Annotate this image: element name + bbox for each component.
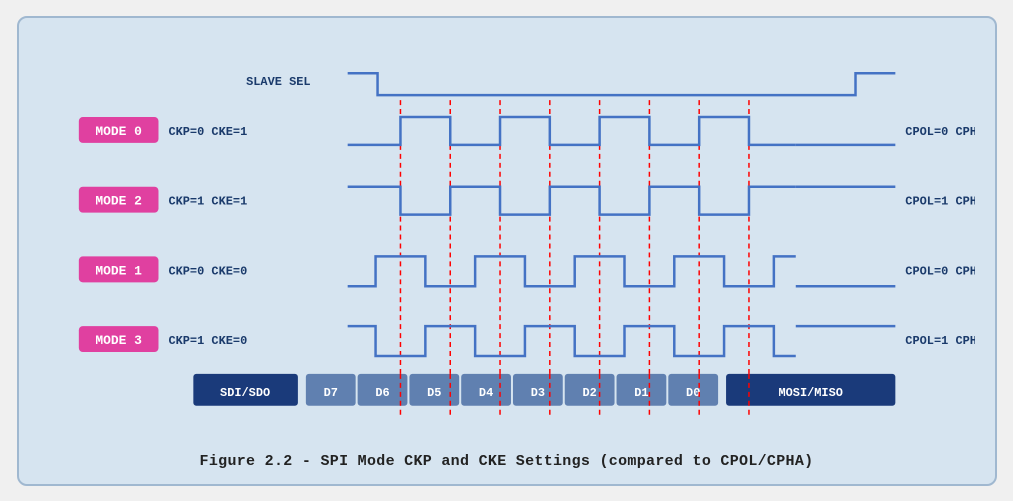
- mode2-cpol: CPOL=1 CPHA=0: [905, 194, 975, 208]
- d3-label: D3: [530, 385, 544, 399]
- mode2-label: MODE 2: [95, 193, 142, 208]
- mode1-label: MODE 1: [95, 263, 142, 278]
- mode3-ckp: CKP=1 CKE=0: [168, 334, 247, 348]
- slave-sel-label: SLAVE SEL: [246, 75, 310, 89]
- sdi-sdo-label: SDI/SDO: [220, 385, 270, 399]
- mode1-cpol: CPOL=0 CPHA=1: [905, 264, 975, 278]
- d2-label: D2: [582, 385, 596, 399]
- diagram-area: .mode-label { font-family: 'Courier New'…: [39, 36, 975, 443]
- d6-label: D6: [375, 385, 389, 399]
- d1-label: D1: [634, 385, 648, 399]
- mode2-ckp: CKP=1 CKE=1: [168, 194, 247, 208]
- mode0-label: MODE 0: [95, 123, 142, 138]
- d4-label: D4: [478, 385, 492, 399]
- d5-label: D5: [427, 385, 441, 399]
- mode0-ckp: CKP=0 CKE=1: [168, 124, 247, 138]
- mode1-ckp: CKP=0 CKE=0: [168, 264, 247, 278]
- d0-label: D0: [686, 385, 700, 399]
- mode3-label: MODE 3: [95, 333, 142, 348]
- mode3-cpol: CPOL=1 CPHA=1: [905, 334, 975, 348]
- mosi-miso-label: MOSI/MISO: [778, 385, 842, 399]
- main-container: .mode-label { font-family: 'Courier New'…: [17, 16, 997, 486]
- mode0-cpol: CPOL=0 CPHA=0: [905, 124, 975, 138]
- d7-label: D7: [323, 385, 337, 399]
- figure-caption: Figure 2.2 - SPI Mode CKP and CKE Settin…: [200, 453, 814, 470]
